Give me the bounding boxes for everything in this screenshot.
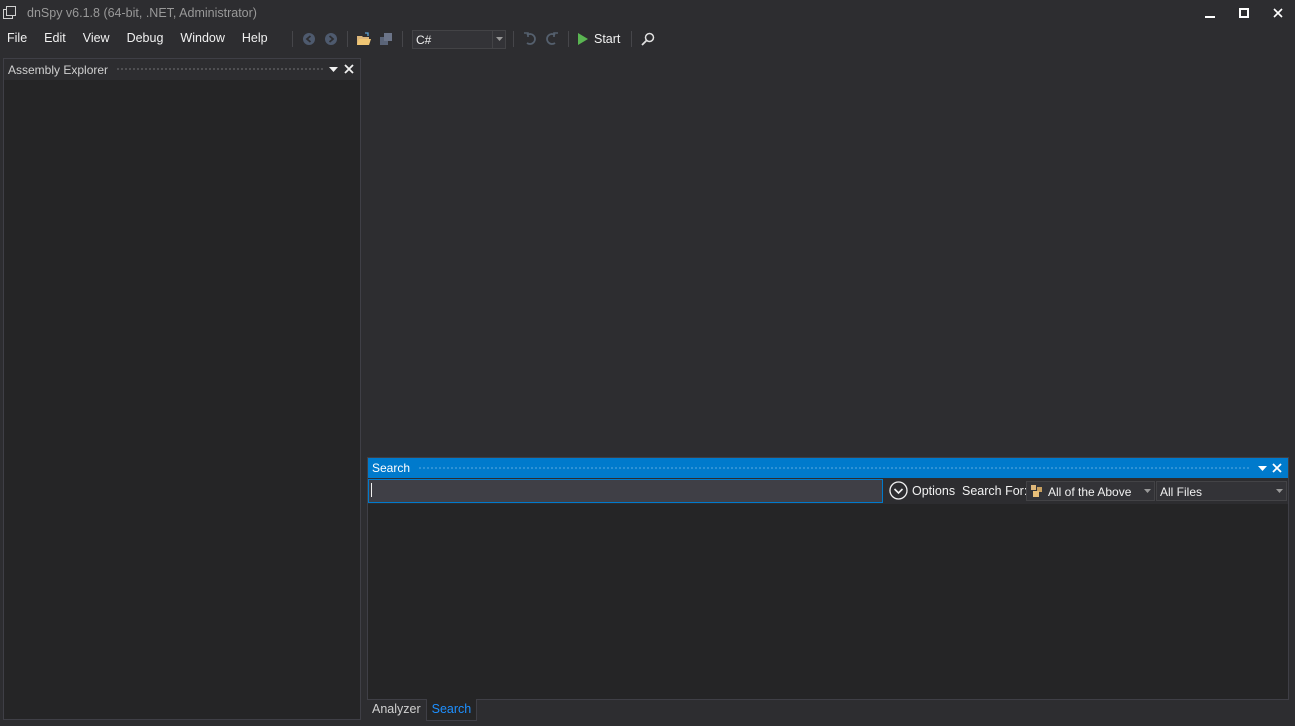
menu-help[interactable]: Help <box>235 28 278 50</box>
tab-search[interactable]: Search <box>425 699 478 721</box>
drag-grip[interactable] <box>116 67 324 72</box>
menu-edit[interactable]: Edit <box>37 28 76 50</box>
back-icon <box>303 33 315 45</box>
tab-analyzer[interactable]: Analyzer <box>367 699 426 721</box>
options-label: Options <box>912 483 956 498</box>
start-label: Start <box>594 32 621 46</box>
redo-icon <box>546 32 558 45</box>
forward-icon <box>325 33 337 45</box>
search-for-value: All of the Above <box>1048 485 1132 499</box>
minimize-button[interactable] <box>1193 2 1227 24</box>
search-input-wrap <box>368 478 883 504</box>
chevron-down-icon <box>1257 465 1267 471</box>
options-button[interactable]: Options <box>889 481 955 500</box>
search-scope-value: All Files <box>1160 485 1203 499</box>
toolbar-separator <box>402 31 403 47</box>
toolbar-separator <box>513 31 514 47</box>
language-select[interactable]: C# <box>412 29 506 49</box>
chevron-down-icon <box>328 66 338 72</box>
assembly-tree[interactable] <box>4 80 360 719</box>
menu-debug[interactable]: Debug <box>120 28 174 50</box>
search-input[interactable] <box>368 479 883 503</box>
chevron-down-icon <box>1141 482 1154 500</box>
close-icon <box>344 64 354 74</box>
window-title: dnSpy v6.1.8 (64-bit, .NET, Administrato… <box>27 6 257 20</box>
open-button[interactable] <box>353 28 375 50</box>
title-bar: dnSpy v6.1.8 (64-bit, .NET, Administrato… <box>0 0 1295 27</box>
search-toolbar: Options Search For: All of the Above All… <box>368 478 1288 504</box>
chevron-down-icon <box>492 30 505 48</box>
undo-icon <box>524 32 536 45</box>
panel-close-button[interactable] <box>342 62 356 76</box>
app-icon[interactable] <box>3 6 17 19</box>
search-scope-select[interactable]: All Files <box>1156 481 1287 501</box>
menu-view[interactable]: View <box>76 28 120 50</box>
toolbar-separator <box>568 31 569 47</box>
close-icon <box>1273 8 1283 18</box>
panel-menu-button[interactable] <box>326 62 340 76</box>
search-panel: Search Options Search For: All of the Ab… <box>367 457 1289 700</box>
undo-button[interactable] <box>519 28 541 50</box>
toolbar: C# Start <box>287 27 659 51</box>
panel-menu-button[interactable] <box>1255 461 1269 475</box>
search-for-label: Search For: <box>962 484 1028 498</box>
redo-button[interactable] <box>541 28 563 50</box>
search-results-list[interactable] <box>368 504 1288 699</box>
search-panel-title: Search <box>372 461 411 475</box>
toolbar-separator <box>292 31 293 47</box>
assembly-icon <box>1031 485 1042 497</box>
menu-bar: File Edit View Debug Window Help <box>0 27 278 51</box>
close-button[interactable] <box>1261 2 1295 24</box>
language-value: C# <box>416 32 432 47</box>
minimize-icon <box>1205 16 1215 18</box>
assembly-explorer-panel: Assembly Explorer <box>3 58 361 720</box>
forward-button[interactable] <box>320 28 342 50</box>
bottom-tab-strip: Analyzer Search <box>367 699 478 721</box>
close-icon <box>1272 463 1282 473</box>
search-button[interactable] <box>637 28 659 50</box>
start-button[interactable]: Start <box>574 28 626 50</box>
maximize-button[interactable] <box>1227 2 1261 24</box>
open-icon <box>357 32 371 45</box>
open-list-button[interactable] <box>375 28 397 50</box>
chevron-down-icon <box>1273 482 1286 500</box>
panel-close-button[interactable] <box>1270 461 1284 475</box>
menu-file[interactable]: File <box>0 28 37 50</box>
assembly-explorer-header[interactable]: Assembly Explorer <box>4 59 360 80</box>
back-button[interactable] <box>298 28 320 50</box>
menu-window[interactable]: Window <box>173 28 234 50</box>
text-caret <box>371 483 372 497</box>
search-panel-header[interactable]: Search <box>368 458 1288 478</box>
document-area <box>366 58 1291 454</box>
search-for-select[interactable]: All of the Above <box>1026 481 1155 501</box>
expand-circle-icon <box>889 481 908 500</box>
assembly-explorer-title: Assembly Explorer <box>8 63 109 77</box>
open-list-icon <box>380 33 392 45</box>
toolbar-separator <box>631 31 633 47</box>
search-icon <box>641 32 655 46</box>
toolbar-separator <box>347 31 348 47</box>
maximize-icon <box>1239 8 1249 18</box>
start-icon <box>578 33 588 45</box>
drag-grip[interactable] <box>418 466 1250 471</box>
